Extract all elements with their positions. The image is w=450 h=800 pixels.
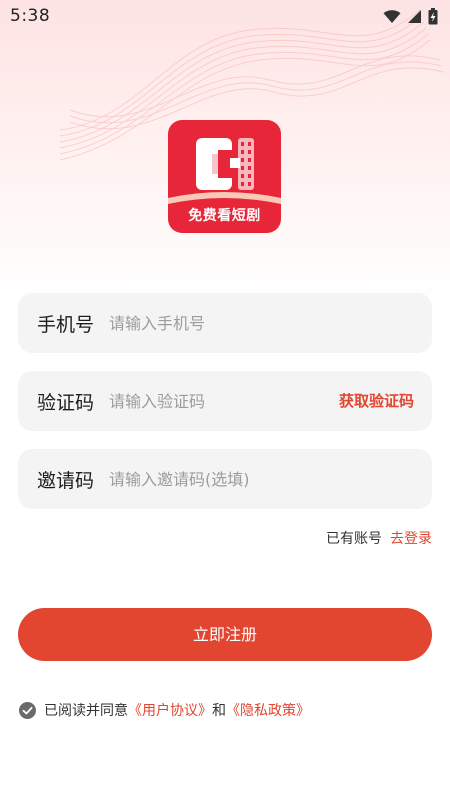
- phone-label: 手机号: [37, 313, 95, 336]
- phone-field: 手机号: [18, 293, 432, 353]
- invite-code-input[interactable]: [109, 469, 369, 489]
- status-time: 5:38: [10, 6, 51, 26]
- agreement-prefix: 已阅读并同意: [44, 703, 128, 719]
- status-icons: [383, 7, 438, 25]
- verification-code-field: 验证码 获取验证码: [18, 371, 432, 431]
- have-account-text: 已有账号: [326, 531, 382, 547]
- invite-code-field: 邀请码: [18, 449, 432, 509]
- verification-code-label: 验证码: [37, 391, 95, 414]
- check-circle-icon[interactable]: [19, 701, 36, 719]
- register-button[interactable]: 立即注册: [18, 608, 432, 661]
- privacy-policy-link[interactable]: 《隐私政策》: [226, 700, 310, 720]
- app-logo: 免费看短剧: [168, 120, 281, 233]
- wifi-icon: [383, 9, 401, 23]
- invite-code-label: 邀请码: [37, 469, 95, 492]
- login-row: 已有账号 去登录: [326, 528, 432, 548]
- verification-code-input[interactable]: [109, 391, 319, 411]
- agreement-row: 已阅读并同意 《用户协议》 和 《隐私政策》: [19, 700, 310, 720]
- go-login-link[interactable]: 去登录: [390, 528, 432, 548]
- get-code-button[interactable]: 获取验证码: [339, 371, 414, 431]
- battery-charging-icon: [428, 7, 438, 24]
- logo-caption: 免费看短剧: [188, 208, 261, 224]
- status-bar: 5:38: [0, 0, 450, 32]
- cellular-signal-icon: [408, 9, 421, 23]
- agreement-conjunction: 和: [212, 703, 226, 719]
- phone-input[interactable]: [109, 313, 319, 333]
- user-agreement-link[interactable]: 《用户协议》: [128, 700, 212, 720]
